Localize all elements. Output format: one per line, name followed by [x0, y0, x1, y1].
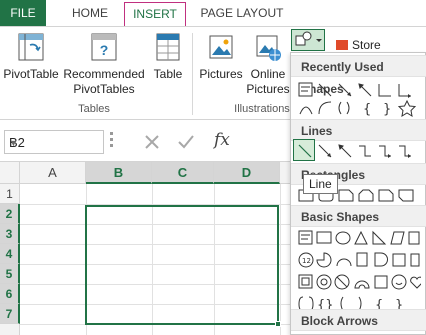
pivottable-icon [18, 33, 44, 61]
formula-bar-grip[interactable] [110, 132, 113, 152]
pictures-icon [209, 35, 233, 59]
enter-check-icon[interactable] [176, 132, 196, 152]
svg-text:12: 12 [302, 257, 311, 265]
recently-used-shapes-heading: Recently Used Shapes [291, 55, 426, 96]
svg-text:}: } [383, 102, 391, 117]
fill-handle[interactable] [275, 321, 281, 327]
pivottable-label: PivotTable [3, 67, 59, 81]
basic-shapes-row-2[interactable]: 12 [297, 251, 421, 269]
column-header-d[interactable]: D [214, 162, 280, 184]
tab-file[interactable]: FILE [0, 0, 46, 26]
basic-shapes-row-3[interactable] [297, 273, 421, 291]
online-label-2: Pictures [246, 82, 290, 96]
group-divider [192, 33, 193, 115]
table-label: Table [153, 67, 183, 81]
column-header-b[interactable]: B [86, 162, 152, 184]
excel-window: FILE HOME INSERT PAGE LAYOUT PivotTable … [0, 0, 426, 335]
gridline [280, 184, 281, 335]
table-icon [156, 33, 180, 61]
tab-home[interactable]: HOME [64, 0, 116, 26]
recommended-pivottables-button[interactable]: ? Recommended PivotTables [62, 27, 146, 99]
row-header-6[interactable]: 6 [0, 284, 20, 304]
select-all-corner[interactable] [0, 162, 20, 184]
shapes-icon [295, 31, 322, 46]
svg-text:?: ? [100, 42, 109, 58]
tables-group-label: Tables [78, 103, 110, 115]
pictures-label: Pictures [199, 67, 243, 81]
store-icon [336, 40, 348, 50]
svg-text:{: { [363, 102, 371, 117]
tab-insert[interactable]: INSERT [124, 2, 186, 26]
recommended-pivottables-icon: ? [91, 33, 117, 61]
online-label-1: Online [250, 67, 286, 81]
row-header-4[interactable]: 4 [0, 244, 20, 264]
shapes-button[interactable] [291, 29, 325, 51]
table-button[interactable]: Table [148, 27, 188, 99]
block-arrows-heading: Block Arrows [291, 309, 426, 331]
cancel-icon[interactable] [142, 132, 162, 152]
ribbon-tabs: FILE HOME INSERT PAGE LAYOUT [0, 0, 426, 27]
formula-controls: fx [116, 130, 246, 154]
chevron-down-icon[interactable]: ▼ [9, 138, 101, 148]
basic-shapes-heading: Basic Shapes [291, 205, 426, 227]
store-button[interactable]: Store [336, 38, 381, 52]
insert-function-button[interactable]: fx [214, 130, 230, 150]
pivottable-button[interactable]: PivotTable [2, 27, 60, 99]
row-header-7[interactable]: 7 [0, 304, 20, 324]
illustrations-group-label: Illustrations [234, 103, 290, 115]
column-header-c[interactable]: C [152, 162, 214, 184]
cell-selection[interactable] [85, 205, 279, 325]
store-label: Store [352, 38, 381, 52]
line-tooltip: Line [303, 174, 338, 194]
tab-page-layout[interactable]: PAGE LAYOUT [194, 0, 290, 26]
row-header-1[interactable]: 1 [0, 184, 20, 204]
column-header-a[interactable]: A [20, 162, 86, 184]
row-header-5[interactable]: 5 [0, 264, 20, 284]
recommended-label-1: Recommended [63, 67, 145, 81]
recent-shapes-row-1[interactable] [297, 81, 421, 99]
row-header-3[interactable]: 3 [0, 224, 20, 244]
row-header-8[interactable] [0, 324, 20, 335]
online-pictures-icon [256, 35, 281, 61]
lines-heading: Lines [291, 119, 426, 141]
row-header-2[interactable]: 2 [0, 204, 20, 224]
recent-shapes-row-2[interactable]: { } [297, 99, 421, 117]
name-box[interactable]: B2 ▼ [4, 130, 104, 154]
recommended-label-2: PivotTables [73, 82, 135, 96]
basic-shapes-row-1[interactable] [297, 229, 421, 247]
online-pictures-button[interactable]: Online Pictures [246, 27, 290, 99]
lines-row[interactable] [297, 143, 421, 161]
pictures-button[interactable]: Pictures [196, 27, 246, 99]
